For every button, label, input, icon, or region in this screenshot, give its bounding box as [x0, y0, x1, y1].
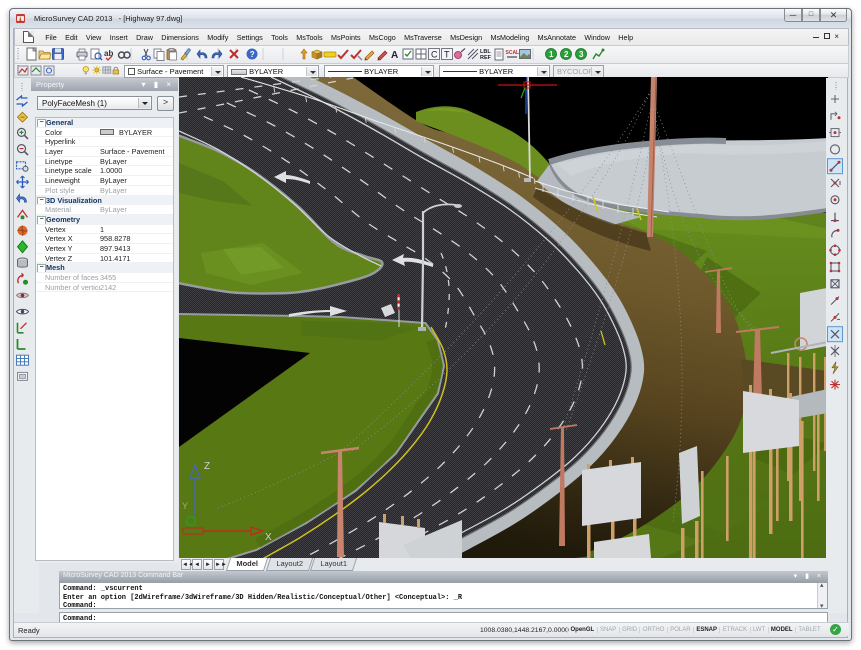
svg-text:T: T	[444, 50, 450, 60]
svg-text:Z: Z	[204, 461, 210, 472]
svg-text:REF: REF	[480, 55, 492, 61]
svg-text:?: ?	[250, 50, 255, 59]
svg-text:3: 3	[579, 50, 584, 59]
svg-text:C: C	[431, 50, 438, 60]
svg-text:A: A	[391, 50, 398, 61]
svg-text:Y: Y	[182, 501, 188, 511]
svg-text:X: X	[265, 532, 272, 543]
svg-text:1: 1	[549, 50, 554, 59]
svg-text:2: 2	[564, 50, 569, 59]
